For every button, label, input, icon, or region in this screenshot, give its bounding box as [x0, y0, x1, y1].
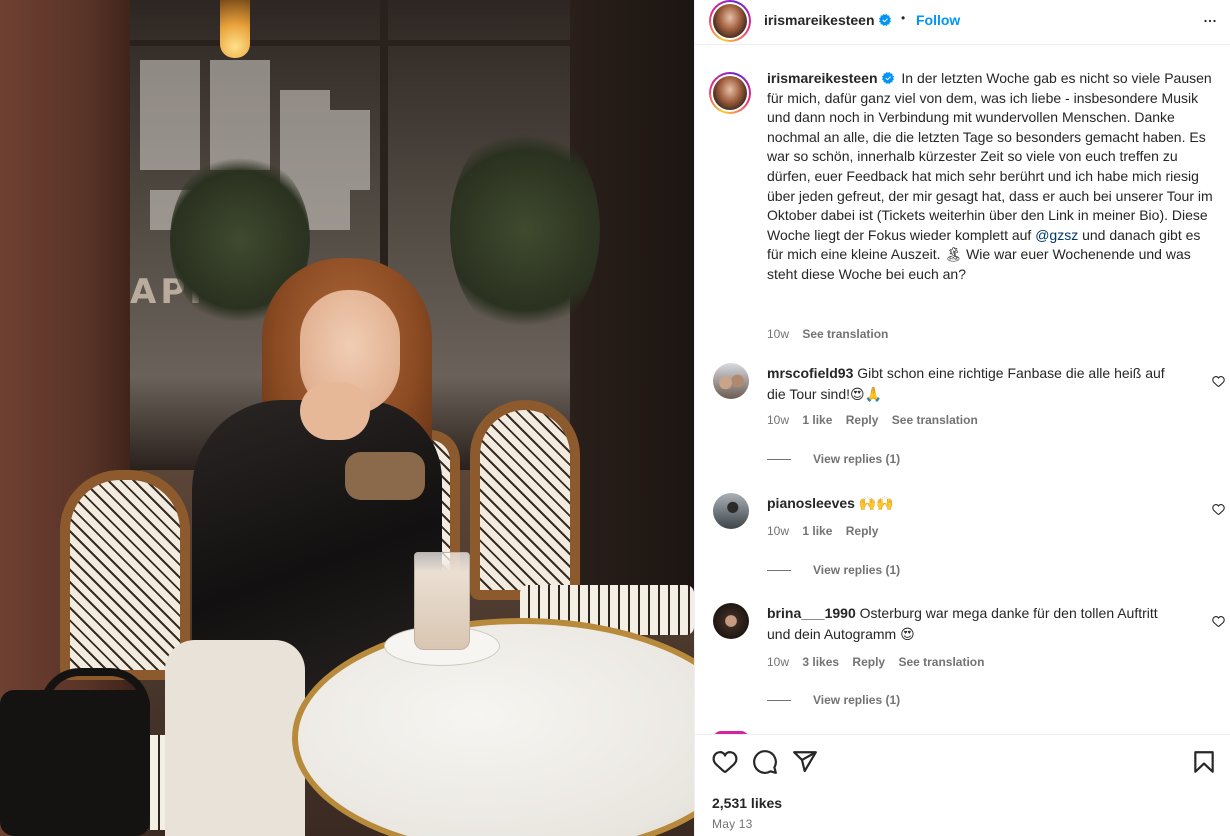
heart-icon[interactable]	[712, 749, 738, 775]
more-options-icon[interactable]	[1199, 12, 1221, 30]
bookmark-icon[interactable]	[1191, 749, 1217, 775]
commenter-avatar[interactable]	[713, 363, 749, 399]
photo-latte-glass	[414, 552, 470, 650]
heart-icon[interactable]	[1212, 503, 1225, 516]
comment-text: brina___1990 Osterburg war mega danke fü…	[767, 603, 1177, 645]
view-replies-button[interactable]: View replies (1)	[767, 563, 900, 577]
photo-doorway	[570, 0, 694, 600]
replies-divider-line	[767, 699, 791, 701]
comment-see-translation[interactable]: See translation	[892, 413, 978, 427]
heart-icon[interactable]	[1212, 615, 1225, 628]
post-date[interactable]: May 13	[712, 817, 753, 831]
photo-handbag	[0, 690, 150, 836]
commenter-avatar[interactable]	[713, 493, 749, 529]
comment-see-translation[interactable]: See translation	[898, 655, 984, 669]
photo-chair	[470, 400, 580, 600]
comment-icon[interactable]	[752, 749, 778, 775]
view-replies-label: View replies (1)	[813, 693, 901, 707]
share-icon[interactable]	[792, 749, 818, 775]
comment-username[interactable]: brina___1990	[767, 605, 856, 621]
comment-reply-button[interactable]: Reply	[846, 413, 879, 427]
view-replies-label: View replies (1)	[813, 563, 901, 577]
photo-chair	[60, 470, 190, 680]
caption-meta: 10w See translation	[767, 327, 888, 341]
comment-reply-button[interactable]: Reply	[846, 524, 879, 538]
replies-divider-line	[767, 458, 791, 460]
comment-reply-button[interactable]: Reply	[852, 655, 885, 669]
caption-body-part1: In der letzten Woche gab es nicht so vie…	[767, 70, 1213, 243]
caption-see-translation[interactable]: See translation	[802, 327, 888, 341]
pendant-lamp	[220, 0, 250, 58]
comment-body: 🙌🙌	[858, 495, 894, 511]
comment-text: pianosleeves 🙌🙌	[767, 493, 1177, 514]
caption-time[interactable]: 10w	[767, 327, 789, 341]
comment-like-count[interactable]: 1 like	[802, 413, 832, 427]
comment-like-count[interactable]: 1 like	[802, 524, 832, 538]
post-actions-bar	[695, 735, 1230, 787]
comment-username[interactable]: mrscofield93	[767, 365, 853, 381]
author-username: irismareikesteen	[764, 12, 875, 28]
view-replies-label: View replies (1)	[813, 452, 901, 466]
mention-link[interactable]: @gzsz	[1035, 227, 1078, 243]
comments-scroll-area[interactable]: irismareikesteen In der letzten Woche ga…	[695, 45, 1230, 734]
comment-item: mrscofield93 Gibt schon eine richtige Fa…	[709, 363, 1225, 473]
comment-time[interactable]: 10w	[767, 413, 789, 427]
comment-time[interactable]: 10w	[767, 524, 789, 538]
comment-meta: 10w 1 like Reply See translation	[767, 413, 988, 427]
author-username-link[interactable]: irismareikesteen	[764, 12, 891, 28]
comment-item: pianosleeves 🙌🙌 10w 1 like Reply View re…	[709, 493, 1225, 583]
post-side-panel: irismareikesteen • Follow irismareikeste…	[694, 0, 1230, 836]
commenter-avatar[interactable]	[713, 603, 749, 639]
heart-icon[interactable]	[1212, 375, 1225, 388]
post-photo[interactable]: APPUCC	[0, 0, 694, 836]
author-avatar[interactable]	[709, 0, 751, 42]
photo-person-hand	[300, 382, 370, 440]
verified-badge-icon	[881, 72, 894, 84]
comment-text: mrscofield93 Gibt schon eine richtige Fa…	[767, 363, 1177, 405]
comment-time[interactable]: 10w	[767, 655, 789, 669]
photo-jacket-cuff	[345, 452, 425, 500]
view-replies-button[interactable]: View replies (1)	[767, 693, 900, 707]
instagram-post-view: APPUCC irismareikesteen • Fol	[0, 0, 1230, 836]
caption-text: irismareikesteen In der letzten Woche ga…	[767, 69, 1215, 285]
comment-item: brina___1990 Osterburg war mega danke fü…	[709, 603, 1225, 713]
photo-plant	[450, 120, 600, 340]
caption-username[interactable]: irismareikesteen	[767, 70, 878, 86]
comment-username[interactable]: pianosleeves	[767, 495, 855, 511]
caption-author-avatar[interactable]	[709, 72, 751, 114]
comment-meta: 10w 3 likes Reply See translation	[767, 655, 994, 669]
verified-badge-icon	[878, 14, 891, 26]
replies-divider-line	[767, 569, 791, 571]
comment-meta: 10w 1 like Reply	[767, 524, 888, 538]
header-separator: •	[901, 11, 906, 25]
like-count[interactable]: 2,531 likes	[712, 795, 782, 811]
photo-person-skirt	[165, 640, 305, 836]
follow-button[interactable]: Follow	[916, 12, 960, 28]
comment-like-count[interactable]: 3 likes	[802, 655, 839, 669]
view-replies-button[interactable]: View replies (1)	[767, 452, 900, 466]
post-header: irismareikesteen • Follow	[695, 0, 1230, 44]
